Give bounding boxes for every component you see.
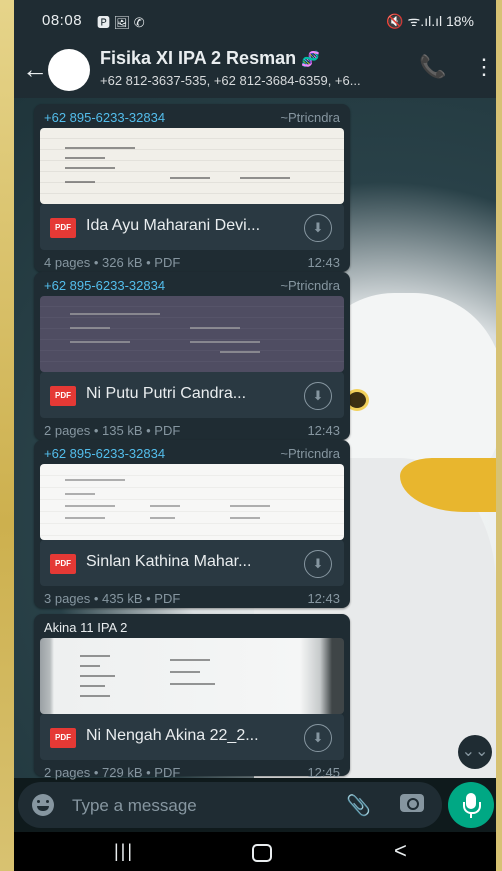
camera-icon[interactable] — [400, 794, 424, 812]
home-icon[interactable] — [252, 844, 272, 862]
chat-header: ← Fisika XI IPA 2 Resman 🧬 +62 812-3637-… — [14, 40, 496, 98]
document-thumbnail[interactable] — [40, 128, 344, 204]
message-bubble[interactable]: +62 895-6233-32834 ~Ptricndra PDF Ida Ay… — [34, 104, 350, 272]
document-thumbnail[interactable] — [40, 638, 344, 714]
document-name: Ni Putu Putri Candra... — [86, 385, 247, 402]
phone-screen: 08:08 🅿 🖼 ✆ 🔇 ᯤ.ıl.ıl 18% ← Fisika XI IP… — [14, 0, 496, 871]
scroll-to-bottom-icon[interactable]: ⌄⌄ — [458, 735, 492, 769]
document-thumbnail[interactable] — [40, 464, 344, 540]
microphone-base — [470, 813, 472, 818]
add-call-icon[interactable]: 📞 — [419, 54, 446, 80]
chat-area[interactable]: +62 895-6233-32834 ~Ptricndra PDF Ida Ay… — [14, 98, 496, 780]
recents-icon[interactable]: ||| — [114, 841, 134, 862]
document-meta: 2 pages • 135 kB • PDF — [44, 423, 181, 438]
more-options-icon[interactable]: ⋮ — [473, 54, 495, 80]
pdf-file-icon: PDF — [50, 554, 76, 574]
message-sender[interactable]: Akina 11 IPA 2 — [44, 620, 127, 635]
pdf-file-icon: PDF — [50, 218, 76, 238]
status-time: 08:08 — [42, 12, 83, 29]
handwriting-preview — [65, 147, 290, 183]
handwriting-preview — [70, 313, 260, 353]
document-meta: 2 pages • 729 kB • PDF — [44, 765, 181, 780]
download-icon[interactable]: ⬇ — [304, 550, 332, 578]
photo-frame-right — [496, 0, 502, 871]
attach-icon[interactable]: 📎 — [346, 793, 371, 818]
voice-message-button[interactable] — [448, 782, 494, 828]
document-name: Ni Nengah Akina 22_2... — [86, 727, 259, 744]
message-bubble[interactable]: Akina 11 IPA 2 PDF Ni Nengah Akina 22_2.… — [34, 614, 350, 780]
message-composer[interactable]: Type a message 📎 — [18, 782, 442, 828]
wallpaper-bird-eye — [348, 392, 366, 408]
document-name: Sinlan Kathina Mahar... — [86, 553, 252, 570]
document-meta: 4 pages • 326 kB • PDF — [44, 255, 181, 270]
microphone-stand — [463, 802, 481, 814]
document-row[interactable]: PDF Ni Nengah Akina 22_2... ⬇ — [40, 714, 344, 760]
dna-emoji-icon: 🧬 — [301, 51, 320, 68]
pdf-file-icon: PDF — [50, 728, 76, 748]
message-sender[interactable]: +62 895-6233-32834 — [44, 446, 165, 461]
document-row[interactable]: PDF Ida Ayu Maharani Devi... ⬇ — [40, 204, 344, 250]
handwriting-preview — [80, 655, 215, 697]
message-time: 12:43 — [307, 591, 340, 606]
document-meta: 3 pages • 435 kB • PDF — [44, 591, 181, 606]
message-bubble[interactable]: +62 895-6233-32834 ~Ptricndra PDF Sinlan… — [34, 440, 350, 608]
message-time: 12:43 — [307, 255, 340, 270]
chat-title[interactable]: Fisika XI IPA 2 Resman 🧬 — [100, 48, 320, 69]
message-sender[interactable]: +62 895-6233-32834 — [44, 278, 165, 293]
photo-frame-left — [0, 0, 14, 871]
chat-participants[interactable]: +62 812-3637-535, +62 812-3684-6359, +6.… — [100, 73, 405, 88]
status-right-icons: 🔇 ᯤ.ıl.ıl 18% — [386, 13, 474, 29]
message-time: 12:45 — [307, 765, 340, 780]
download-icon[interactable]: ⬇ — [304, 382, 332, 410]
message-input[interactable]: Type a message — [72, 796, 197, 816]
status-bar: 08:08 🅿 🖼 ✆ 🔇 ᯤ.ıl.ıl 18% — [14, 0, 496, 40]
handwriting-preview — [65, 479, 270, 519]
message-time: 12:43 — [307, 423, 340, 438]
document-row[interactable]: PDF Sinlan Kathina Mahar... ⬇ — [40, 540, 344, 586]
back-arrow-icon[interactable]: ← — [22, 54, 48, 85]
download-icon[interactable]: ⬇ — [304, 214, 332, 242]
message-sender[interactable]: +62 895-6233-32834 — [44, 110, 165, 125]
group-avatar[interactable] — [48, 49, 90, 91]
system-nav-bar: ||| < — [14, 832, 496, 871]
message-sender-alias: ~Ptricndra — [280, 278, 340, 293]
notification-icons: 🅿 🖼 ✆ — [97, 15, 145, 30]
download-icon[interactable]: ⬇ — [304, 724, 332, 752]
pdf-file-icon: PDF — [50, 386, 76, 406]
document-name: Ida Ayu Maharani Devi... — [86, 217, 261, 234]
message-bubble[interactable]: +62 895-6233-32834 ~Ptricndra PDF Ni Put… — [34, 272, 350, 440]
message-sender-alias: ~Ptricndra — [280, 110, 340, 125]
chat-title-text: Fisika XI IPA 2 Resman — [100, 48, 297, 68]
system-back-icon[interactable]: < — [394, 838, 407, 864]
document-thumbnail[interactable] — [40, 296, 344, 372]
message-sender-alias: ~Ptricndra — [280, 446, 340, 461]
document-row[interactable]: PDF Ni Putu Putri Candra... ⬇ — [40, 372, 344, 418]
emoji-icon[interactable] — [32, 794, 54, 816]
